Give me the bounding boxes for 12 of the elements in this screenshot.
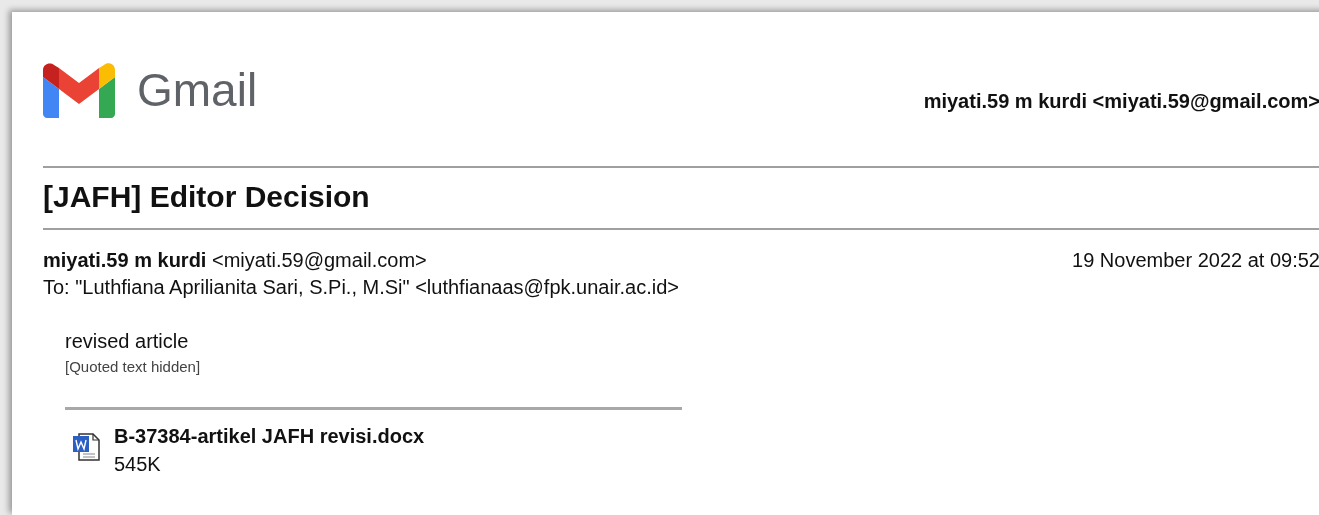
attachment-size: 545K (114, 452, 162, 477)
message-date: 19 November 2022 at 09:52 (1072, 248, 1319, 273)
sender: miyati.59 m kurdi <miyati.59@gmail.com> (43, 248, 427, 273)
subject-title: [JAFH] Editor Decision (43, 180, 370, 213)
brand-name: Gmail (137, 66, 258, 113)
attachment-name[interactable]: B-37384-artikel JAFH revisi.docx (114, 422, 425, 450)
account-name: miyati.59 m kurdi <miyati.59@gmail.com> (923, 88, 1319, 114)
message-body: revised article (65, 329, 189, 354)
word-document-icon (71, 430, 103, 462)
gmail-logo-icon (43, 61, 115, 118)
quoted-text-notice: [Quoted text hidden] (65, 357, 201, 377)
recipient: To: "Luthfiana Aprilianita Sari, S.Pi., M.Si" <luthfianaas@fpk.unair.ac.id> (43, 275, 679, 300)
